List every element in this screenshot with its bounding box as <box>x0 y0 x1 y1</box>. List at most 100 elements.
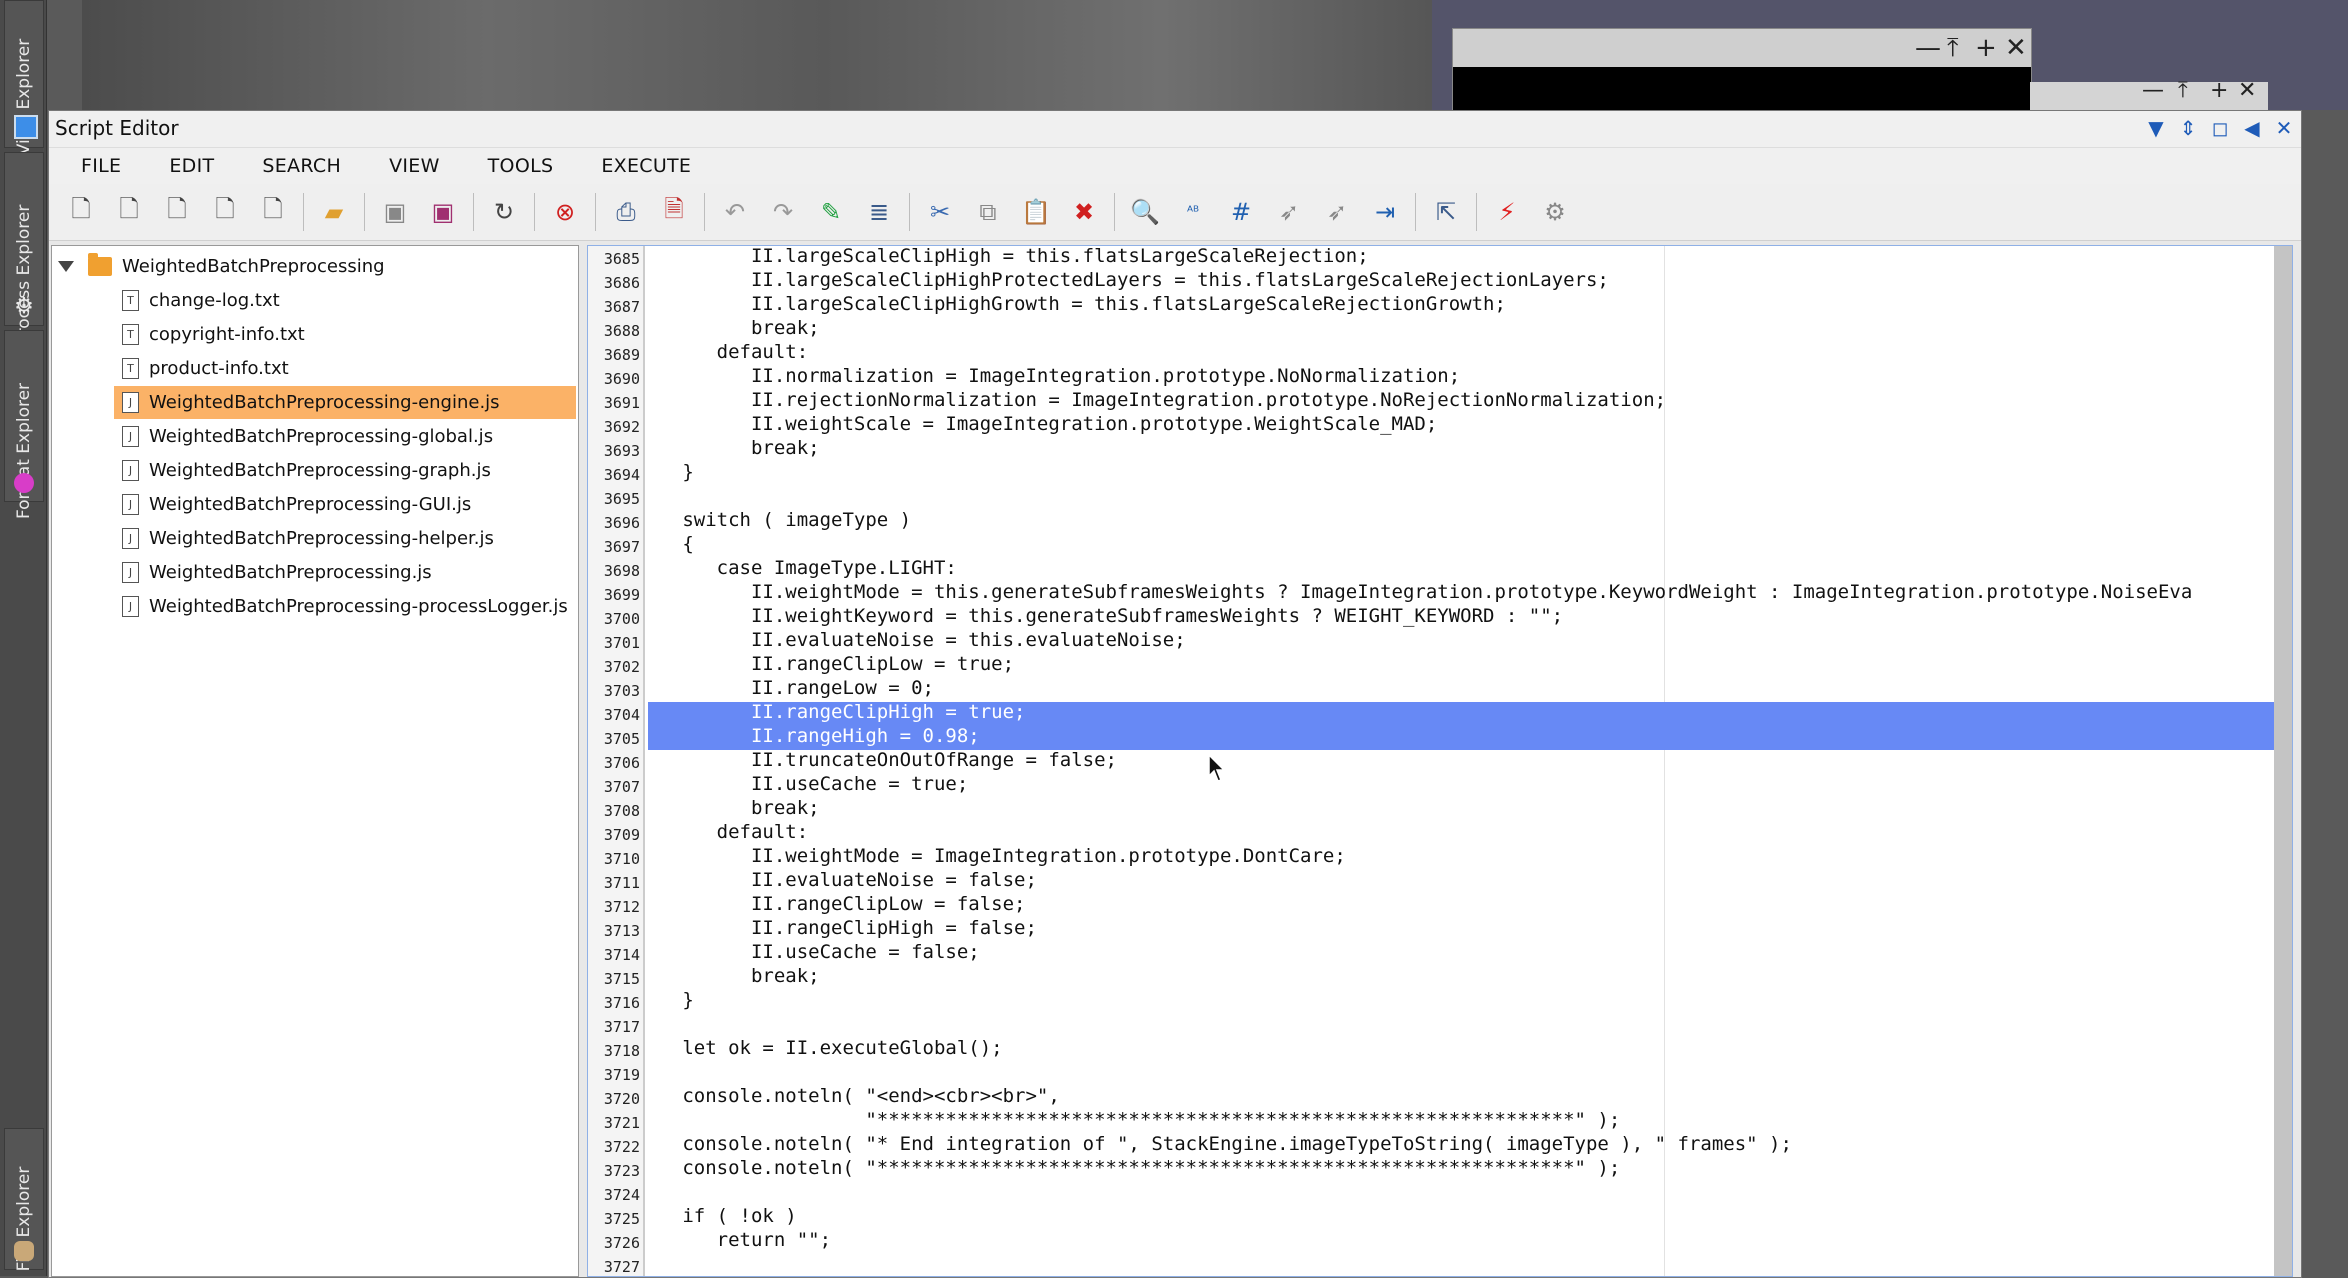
tree-file-item[interactable]: J WeightedBatchPreprocessing-graph.js <box>114 454 576 487</box>
bookmark-next-icon[interactable]: ➶ <box>1320 194 1354 230</box>
menu-view[interactable]: VIEW <box>389 155 440 177</box>
code-line[interactable]: console.noteln( "***********************… <box>648 1156 1620 1180</box>
undo-icon[interactable]: ↶ <box>718 194 752 230</box>
code-line[interactable]: break; <box>648 796 820 820</box>
maximize-icon[interactable]: + <box>1975 33 1997 63</box>
file-explorer-tab[interactable]: File Explorer <box>4 1128 44 1271</box>
menu-tools[interactable]: TOOLS <box>488 155 554 177</box>
code-line[interactable]: II.useCache = false; <box>648 940 980 964</box>
code-line[interactable]: II.rejectionNormalization = ImageIntegra… <box>648 388 1666 412</box>
open-folder-icon[interactable]: ▰ <box>317 194 351 230</box>
align-icon[interactable]: ≣ <box>862 194 896 230</box>
code-line[interactable]: } <box>648 988 693 1012</box>
shade-icon[interactable]: ⤒ <box>1947 33 1959 64</box>
editor-titlebar[interactable]: Script Editor ▼ ⇕ ◻ ◀ ✕ <box>49 111 2301 148</box>
chevron-down-icon[interactable] <box>58 261 74 272</box>
search-icon[interactable]: 🔍 <box>1128 194 1162 230</box>
new-file-icon[interactable]: 🗋 <box>256 194 290 230</box>
vertical-scrollbar[interactable] <box>2274 246 2292 1276</box>
tree-root-folder[interactable]: WeightedBatchPreprocessing <box>58 250 385 283</box>
code-line[interactable]: if ( !ok ) <box>648 1204 796 1228</box>
goto-line-icon[interactable]: # <box>1224 194 1258 230</box>
code-line[interactable]: II.evaluateNoise = false; <box>648 868 1037 892</box>
code-line[interactable]: II.rangeClipHigh = false; <box>648 916 1037 940</box>
new-js-icon[interactable]: 🗋 <box>64 194 98 230</box>
menu-execute[interactable]: EXECUTE <box>601 155 691 177</box>
redo-icon[interactable]: ↷ <box>766 194 800 230</box>
menu-search[interactable]: SEARCH <box>262 155 341 177</box>
settings-icon[interactable]: ⚙ <box>1538 194 1572 230</box>
close-icon[interactable]: ⊗ <box>548 194 582 230</box>
code-line[interactable]: II.useCache = true; <box>648 772 968 796</box>
code-line[interactable]: return ""; <box>648 1228 831 1252</box>
menu-down-icon[interactable]: ▼ <box>2147 117 2165 139</box>
code-line[interactable]: default: <box>648 820 809 844</box>
minimize-icon[interactable]: — <box>1915 33 1941 63</box>
code-line[interactable]: II.rangeLow = 0; <box>648 676 934 700</box>
code-line[interactable]: II.rangeClipLow = true; <box>648 652 1014 676</box>
save-icon[interactable]: ▣ <box>378 194 412 230</box>
execute-icon[interactable]: ⚡ <box>1490 194 1524 230</box>
tree-file-item[interactable]: J WeightedBatchPreprocessing.js <box>114 556 576 589</box>
minimize-icon[interactable]: — <box>2142 78 2164 103</box>
code-line[interactable]: console.noteln( "* End integration of ",… <box>648 1132 1792 1156</box>
background-image-window[interactable]: — ⤒ + ✕ <box>1452 28 2032 112</box>
code-line[interactable]: switch ( imageType ) <box>648 508 911 532</box>
code-line[interactable]: II.largeScaleClipHigh = this.flatsLargeS… <box>648 246 1369 268</box>
jump-icon[interactable]: ⇥ <box>1368 194 1402 230</box>
code-line[interactable]: II.weightKeyword = this.generateSubframe… <box>648 604 1563 628</box>
code-line[interactable]: { <box>648 532 693 556</box>
tree-file-item[interactable]: J WeightedBatchPreprocessing-global.js <box>114 420 576 453</box>
paste-icon[interactable]: 📋 <box>1019 194 1053 230</box>
print-icon[interactable]: ⎙ <box>609 194 643 230</box>
background-window-titlebar[interactable]: — ⤒ + ✕ <box>1453 29 2031 67</box>
menu-file[interactable]: FILE <box>81 155 121 177</box>
code-line[interactable]: break; <box>648 316 820 340</box>
project-tree[interactable]: WeightedBatchPreprocessing Tchange-log.t… <box>51 245 579 1277</box>
code-line[interactable]: break; <box>648 436 820 460</box>
code-line[interactable]: II.weightScale = ImageIntegration.protot… <box>648 412 1437 436</box>
dock-icon[interactable]: ◀ <box>2243 117 2261 139</box>
export-pdf-icon[interactable]: 🗎 <box>657 194 691 230</box>
tree-file-item[interactable]: Tchange-log.txt <box>114 284 576 317</box>
new-c-icon[interactable]: 🗋 <box>160 194 194 230</box>
process-explorer-tab[interactable]: Process Explorer ⚙ <box>4 152 44 345</box>
code-line[interactable]: II.largeScaleClipHighProtectedLayers = t… <box>648 268 1609 292</box>
tree-file-item[interactable]: J WeightedBatchPreprocessing-helper.js <box>114 522 576 555</box>
cut-icon[interactable]: ✂ <box>923 194 957 230</box>
shade-icon[interactable]: ⇕ <box>2179 117 2197 139</box>
code-line[interactable]: II.evaluateNoise = this.evaluateNoise; <box>648 628 1186 652</box>
delete-icon[interactable]: ✖ <box>1067 194 1101 230</box>
shade-icon[interactable]: ⤒ <box>2178 78 2188 103</box>
maximize-icon[interactable]: + <box>2210 78 2228 103</box>
menu-edit[interactable]: EDIT <box>169 155 214 177</box>
close-icon[interactable]: ✕ <box>2275 117 2293 139</box>
code-line[interactable]: II.rangeClipLow = false; <box>648 892 1026 916</box>
format-explorer-tab[interactable]: Format Explorer <box>4 330 44 519</box>
code-line[interactable]: II.normalization = ImageIntegration.prot… <box>648 364 1460 388</box>
code-line[interactable]: II.weightMode = this.generateSubframesWe… <box>648 580 2192 604</box>
view-explorer-tab[interactable]: View Explorer <box>4 0 44 155</box>
code-line[interactable]: II.truncateOnOutOfRange = false; <box>648 748 1117 772</box>
code-line[interactable]: default: <box>648 340 809 364</box>
code-line[interactable]: } <box>648 460 693 484</box>
code-line[interactable]: "***************************************… <box>648 1108 1620 1132</box>
code-line[interactable]: II.rangeClipHigh = true; <box>648 700 1026 724</box>
reload-icon[interactable]: ↻ <box>487 194 521 230</box>
close-icon[interactable]: ✕ <box>2238 78 2256 103</box>
pencil-icon[interactable]: ✎ <box>814 194 848 230</box>
copy-icon[interactable]: ⧉ <box>971 194 1005 230</box>
close-icon[interactable]: ✕ <box>2005 33 2027 63</box>
tree-file-item[interactable]: J WeightedBatchPreprocessing-processLogge… <box>114 590 576 623</box>
new-h-icon[interactable]: 🗋 <box>208 194 242 230</box>
background-window-2[interactable]: — ⤒ + ✕ <box>2030 78 2268 110</box>
code-line[interactable]: case ImageType.LIGHT: <box>648 556 957 580</box>
save-all-icon[interactable]: ▣ <box>426 194 460 230</box>
code-line[interactable]: console.noteln( "<end><cbr><br>", <box>648 1084 1060 1108</box>
code-line[interactable]: II.weightMode = ImageIntegration.prototy… <box>648 844 1346 868</box>
bookmark-icon[interactable]: ➶ <box>1272 194 1306 230</box>
indent-icon[interactable]: ⇱ <box>1429 194 1463 230</box>
tree-file-item[interactable]: Tcopyright-info.txt <box>114 318 576 351</box>
tree-file-item[interactable]: J WeightedBatchPreprocessing-engine.js <box>114 386 576 419</box>
code-line[interactable]: II.largeScaleClipHighGrowth = this.flats… <box>648 292 1506 316</box>
